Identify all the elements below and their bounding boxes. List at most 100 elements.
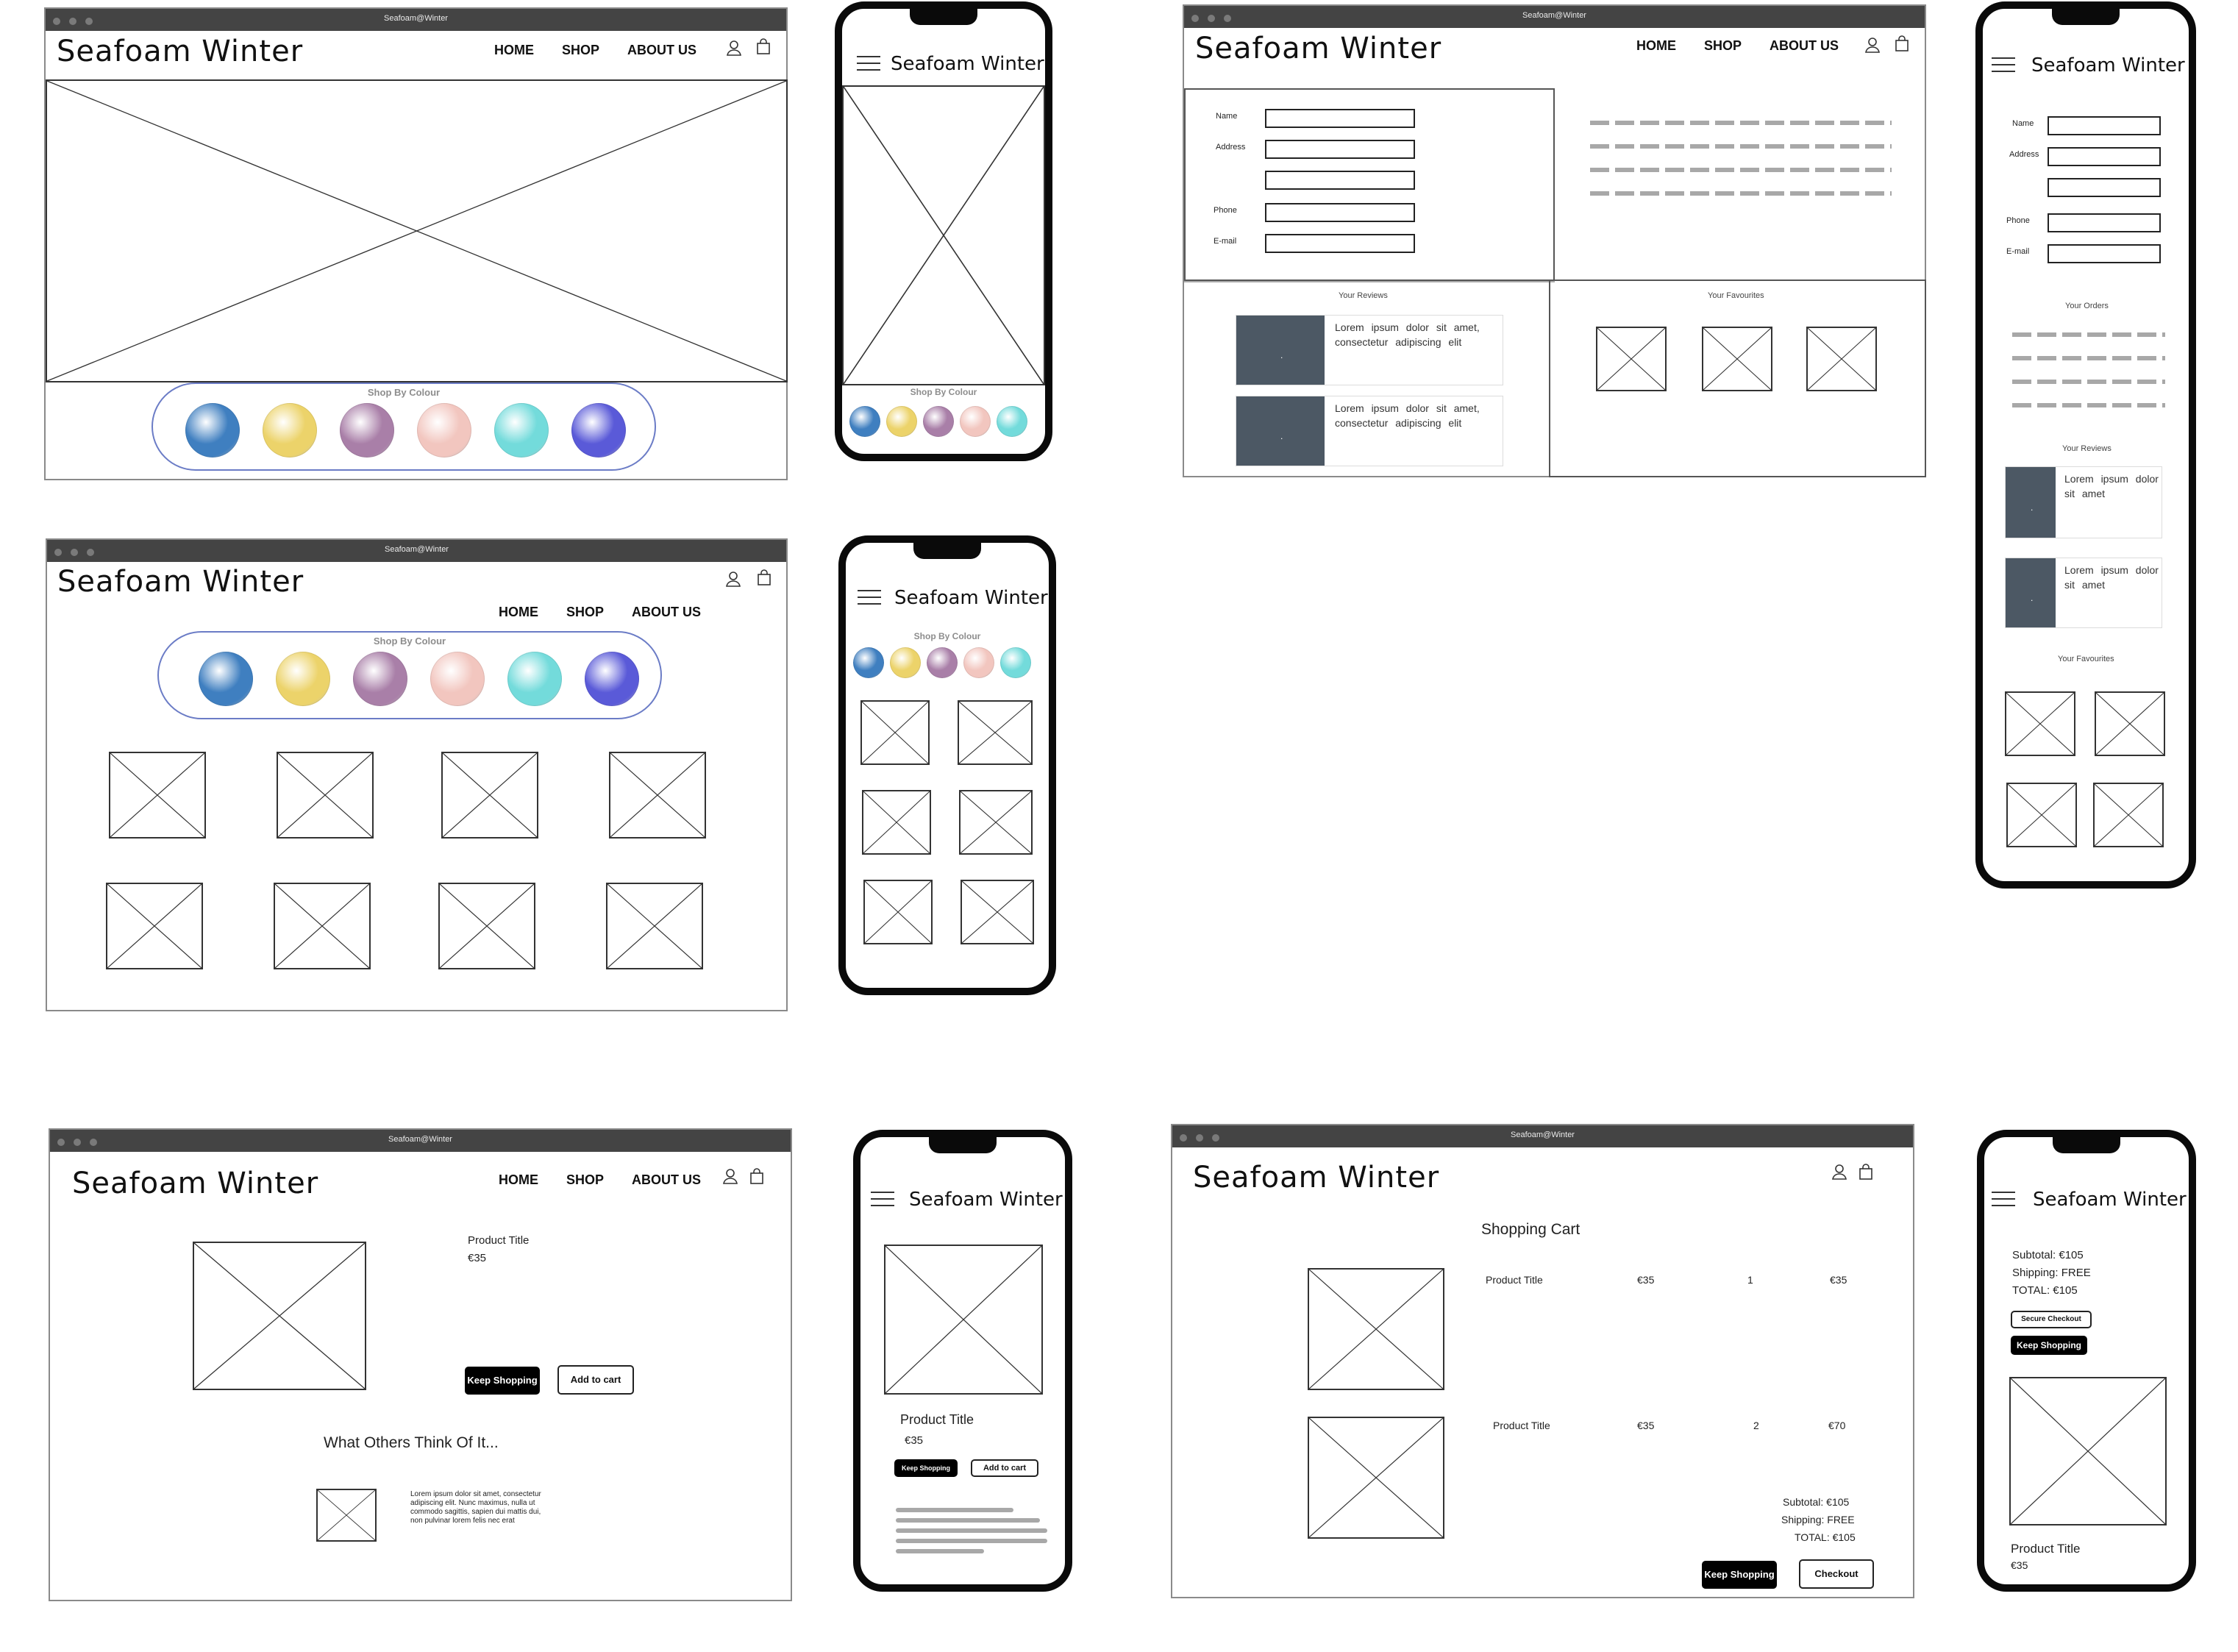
checkout-button[interactable]: Checkout	[1799, 1559, 1874, 1589]
nav-shop[interactable]: SHOP	[566, 1172, 604, 1188]
nav-home[interactable]: HOME	[1636, 38, 1676, 54]
desktop-shop-wireframe: Seafoam@Winter Seafoam Winter HOME SHOP …	[46, 538, 788, 1011]
name-field[interactable]	[2048, 116, 2161, 135]
shopping-bag-icon[interactable]	[749, 1168, 765, 1184]
user-icon[interactable]	[1864, 37, 1881, 53]
yarn-colour-swatch[interactable]	[963, 647, 994, 678]
nav-home[interactable]: HOME	[499, 605, 538, 620]
product-price: €35	[2011, 1559, 2028, 1571]
your-favourites-heading: Your Favourites	[1708, 291, 1764, 300]
brand-logo[interactable]: Seafoam Winter	[57, 565, 304, 599]
product-placeholder[interactable]	[609, 752, 706, 839]
shopping-bag-icon[interactable]	[1858, 1164, 1874, 1180]
product-placeholder[interactable]	[109, 752, 206, 839]
brand-logo[interactable]: Seafoam Winter	[72, 1167, 318, 1200]
browser-title: Seafoam@Winter	[1522, 11, 1586, 20]
yarn-colour-swatch[interactable]	[853, 647, 884, 678]
yarn-colour-swatch[interactable]	[849, 406, 880, 437]
nav-home[interactable]: HOME	[494, 43, 534, 58]
keep-shopping-button[interactable]: Keep Shopping	[2011, 1336, 2087, 1355]
shopping-bag-icon[interactable]	[756, 569, 772, 585]
nav-about[interactable]: ABOUT US	[627, 43, 696, 58]
address-field-2[interactable]	[2048, 178, 2161, 197]
yarn-colour-swatch[interactable]	[430, 652, 485, 706]
brand-logo[interactable]: Seafoam Winter	[891, 53, 1044, 75]
hamburger-menu-icon[interactable]	[1992, 57, 2015, 74]
yarn-colour-swatch[interactable]	[923, 406, 954, 437]
add-to-cart-button[interactable]: Add to cart	[971, 1459, 1038, 1477]
hamburger-menu-icon[interactable]	[858, 590, 881, 606]
text-placeholder-line	[896, 1549, 984, 1553]
yarn-colour-swatch[interactable]	[927, 647, 958, 678]
nav-about[interactable]: ABOUT US	[632, 1172, 701, 1188]
cart-item-qty[interactable]: 1	[1747, 1274, 1753, 1286]
shopping-bag-icon[interactable]	[755, 38, 771, 54]
keep-shopping-button[interactable]: Keep Shopping	[1702, 1561, 1777, 1589]
user-icon[interactable]	[726, 40, 742, 56]
shipping: Shipping: FREE	[2012, 1267, 2091, 1279]
yarn-colour-swatch[interactable]	[263, 403, 317, 457]
address-field-1[interactable]	[2048, 147, 2161, 166]
nav-shop[interactable]: SHOP	[1704, 38, 1742, 54]
email-field[interactable]	[2048, 244, 2161, 263]
brand-logo[interactable]: Seafoam Winter	[909, 1189, 1063, 1211]
hamburger-menu-icon[interactable]	[871, 1192, 894, 1208]
nav-about[interactable]: ABOUT US	[632, 605, 701, 620]
desktop-home-wireframe: Seafoam@Winter Seafoam Winter HOME SHOP …	[44, 7, 788, 480]
email-field[interactable]	[1265, 234, 1415, 253]
yarn-colour-swatch[interactable]	[997, 406, 1027, 437]
brand-logo[interactable]: Seafoam Winter	[1195, 32, 1441, 65]
product-placeholder[interactable]	[277, 752, 374, 839]
nav-about[interactable]: ABOUT US	[1770, 38, 1839, 54]
yarn-colour-swatch[interactable]	[276, 652, 330, 706]
user-icon[interactable]	[725, 571, 741, 587]
phone-label: Phone	[1214, 206, 1237, 215]
name-field[interactable]	[1265, 109, 1415, 128]
secure-checkout-button[interactable]: Secure Checkout	[2011, 1311, 2092, 1328]
keep-shopping-button[interactable]: Keep Shopping	[894, 1459, 958, 1477]
yarn-colour-swatch[interactable]	[494, 403, 549, 457]
yarn-colour-swatch[interactable]	[571, 403, 626, 457]
yarn-colour-swatch[interactable]	[1000, 647, 1031, 678]
brand-logo[interactable]: Seafoam Winter	[2033, 1189, 2187, 1211]
yarn-colour-swatch[interactable]	[185, 403, 240, 457]
nav-shop[interactable]: SHOP	[562, 43, 599, 58]
email-label: E-mail	[1214, 237, 1237, 246]
brand-logo[interactable]: Seafoam Winter	[894, 587, 1048, 609]
yarn-colour-swatch[interactable]	[507, 652, 562, 706]
product-placeholder[interactable]	[274, 883, 371, 969]
add-to-cart-button[interactable]: Add to cart	[557, 1365, 634, 1395]
subtotal: Subtotal: €105	[1783, 1496, 1850, 1508]
hamburger-menu-icon[interactable]	[857, 56, 880, 72]
your-reviews-heading: Your Reviews	[2062, 444, 2112, 453]
yarn-colour-swatch[interactable]	[960, 406, 991, 437]
phone-field[interactable]	[2048, 213, 2161, 232]
nav-shop[interactable]: SHOP	[566, 605, 604, 620]
brand-logo[interactable]: Seafoam Winter	[57, 35, 303, 68]
nav-home[interactable]: HOME	[499, 1172, 538, 1188]
yarn-colour-swatch[interactable]	[585, 652, 639, 706]
product-placeholder[interactable]	[106, 883, 203, 969]
product-placeholder[interactable]	[441, 752, 538, 839]
user-icon[interactable]	[722, 1168, 738, 1184]
yarn-colour-swatch[interactable]	[199, 652, 253, 706]
brand-logo[interactable]: Seafoam Winter	[1193, 1161, 1439, 1195]
favourite-item-placeholder	[1596, 327, 1667, 391]
phone-field[interactable]	[1265, 203, 1415, 222]
address-field-1[interactable]	[1265, 140, 1415, 159]
product-placeholder[interactable]	[438, 883, 535, 969]
yarn-colour-swatch[interactable]	[340, 403, 394, 457]
shopping-bag-icon[interactable]	[1894, 35, 1910, 51]
keep-shopping-button[interactable]: Keep Shopping	[465, 1367, 540, 1395]
yarn-colour-swatch[interactable]	[886, 406, 917, 437]
user-icon[interactable]	[1831, 1164, 1847, 1180]
cart-item-qty[interactable]: 2	[1753, 1420, 1759, 1431]
hamburger-menu-icon[interactable]	[1992, 1192, 2015, 1208]
address-field-2[interactable]	[1265, 171, 1415, 190]
browser-titlebar: Seafoam@Winter	[47, 540, 786, 562]
yarn-colour-swatch[interactable]	[353, 652, 407, 706]
yarn-colour-swatch[interactable]	[417, 403, 471, 457]
product-placeholder[interactable]	[606, 883, 703, 969]
yarn-colour-swatch[interactable]	[890, 647, 921, 678]
brand-logo[interactable]: Seafoam Winter	[2031, 54, 2185, 76]
